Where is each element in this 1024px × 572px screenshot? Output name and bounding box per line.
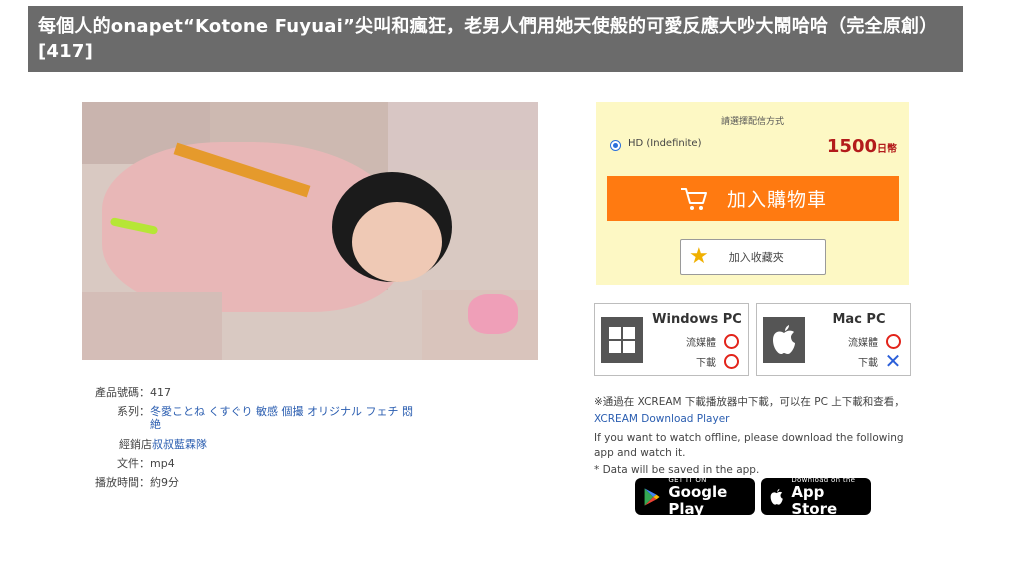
download-label: 下載 [858, 357, 878, 369]
add-to-favorites-label: 加入收藏夾 [728, 251, 784, 264]
detail-label: 產品號碼： [95, 386, 150, 399]
windows-platform-name: Windows PC [652, 312, 742, 327]
detail-label: 經銷店 [119, 438, 152, 451]
windows-icon [601, 317, 643, 363]
add-to-cart-label: 加入購物車 [726, 190, 827, 211]
google-play-icon [644, 487, 660, 506]
apple-icon [763, 317, 805, 363]
google-play-big-text: Google Play [668, 482, 728, 518]
detail-row-duration: 播放時間： 約9分 [82, 473, 422, 492]
product-photo[interactable] [82, 102, 538, 360]
download-note: ※通過在 XCREAM 下載播放器中下載，可以在 PC 上下載和查看， XCRE… [594, 395, 924, 478]
star-icon: ★ [689, 244, 709, 269]
photo-thumb-top-right [388, 102, 538, 170]
mac-platform-card: Mac PC 流媒體 下載 ✕ [756, 303, 911, 376]
detail-value: mp4 [150, 457, 175, 470]
note-line-1: ※通過在 XCREAM 下載播放器中下載，可以在 PC 上下載和查看， [594, 396, 905, 408]
mac-stream-row: 流媒體 [848, 332, 902, 350]
detail-label: 播放時間： [95, 476, 150, 489]
add-to-cart-button[interactable]: 加入購物車 [607, 176, 899, 221]
price-value: 1500 [826, 136, 877, 157]
detail-row-product-number: 產品號碼： 417 [82, 383, 422, 402]
mac-download-row: 下載 ✕ [858, 349, 902, 373]
photo-thumb-bottom-subject [468, 294, 518, 334]
dealer-link[interactable]: 叔叔藍霖隊 [152, 435, 422, 454]
unavailable-cross-icon: ✕ [884, 349, 902, 373]
available-circle-icon [723, 333, 739, 349]
delivery-caption: 請選擇配信方式 [720, 117, 784, 127]
windows-platform-card: Windows PC 流媒體 下載 [594, 303, 749, 376]
series-link[interactable]: 冬愛ことね くすぐり 敏感 個撮 オリジナル フェチ 悶絶 [150, 402, 422, 431]
google-play-badge[interactable]: GET IT ON Google Play [635, 476, 755, 518]
price-unit: 日幣 [877, 144, 897, 155]
app-store-big-text: App Store [791, 482, 838, 518]
stream-label: 流媒體 [848, 337, 878, 349]
detail-value: 417 [150, 386, 171, 399]
note-line-2: If you want to watch offline, please dow… [594, 432, 904, 459]
note-line-3: * Data will be saved in the app. [594, 464, 760, 476]
add-to-favorites-button[interactable]: ★ 加入收藏夾 [680, 239, 826, 275]
hd-option-label[interactable]: HD (Indefinite) [628, 138, 701, 149]
available-circle-icon [885, 333, 901, 349]
page-title: 每個人的onapet“Kotone Fuyuai”尖叫和瘋狂，老男人們用她天使般… [28, 6, 963, 72]
mac-platform-name: Mac PC [832, 312, 886, 327]
detail-value: 約9分 [150, 476, 179, 489]
windows-stream-row: 流媒體 [686, 332, 740, 350]
detail-label: 系列： [117, 405, 150, 418]
hd-option-radio[interactable] [610, 140, 621, 151]
detail-label: 文件： [117, 457, 150, 470]
detail-row-file: 文件： mp4 [82, 454, 422, 473]
detail-row-dealer: 經銷店 叔叔藍霖隊 [82, 435, 422, 454]
photo-thumb-bottom-left [82, 292, 222, 360]
price: 1500日幣 [827, 136, 897, 157]
detail-row-series: 系列： 冬愛ことね くすぐり 敏感 個撮 オリジナル フェチ 悶絶 [82, 402, 422, 431]
windows-download-row: 下載 [696, 352, 740, 370]
available-circle-icon [723, 353, 739, 369]
apple-logo-icon [770, 488, 783, 505]
app-store-badge[interactable]: Download on the App Store [761, 476, 871, 518]
photo-subject-face [352, 202, 442, 282]
stream-label: 流媒體 [686, 337, 716, 349]
purchase-box: 請選擇配信方式 HD (Indefinite) 1500日幣 加入購物車 ★ 加… [596, 102, 909, 285]
download-player-link[interactable]: XCREAM Download Player [594, 413, 729, 425]
cart-icon [680, 187, 707, 210]
product-details: 產品號碼： 417 系列： 冬愛ことね くすぐり 敏感 個撮 オリジナル フェチ… [82, 383, 422, 492]
download-label: 下載 [696, 357, 716, 369]
